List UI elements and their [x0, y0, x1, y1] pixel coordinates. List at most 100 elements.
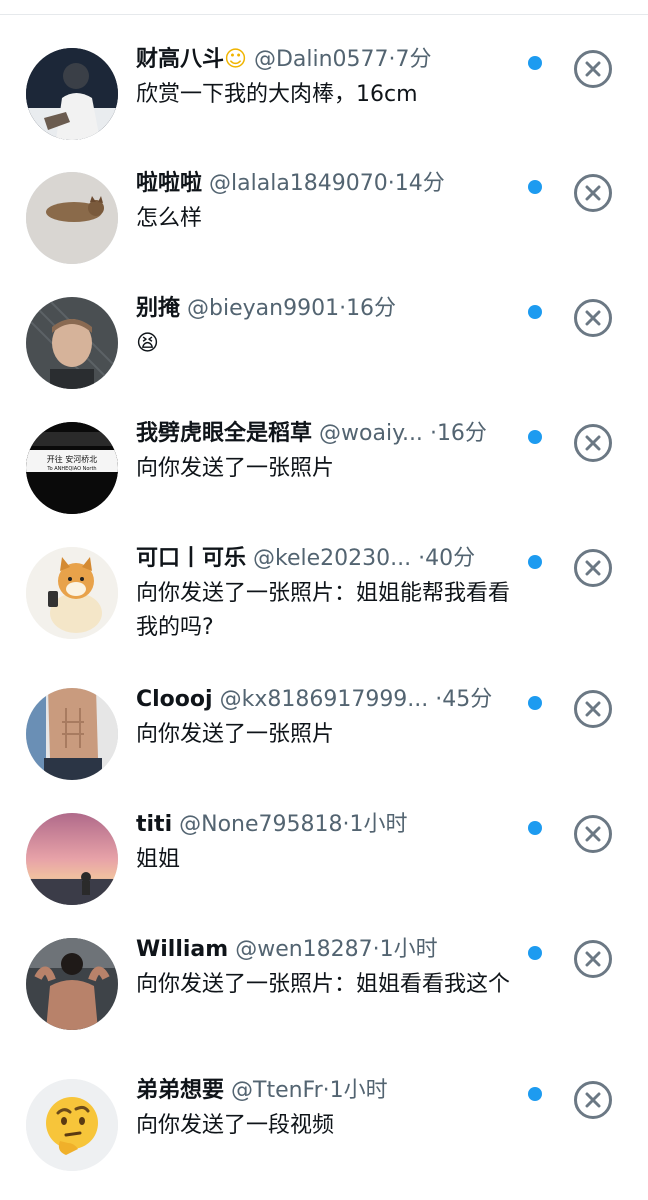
- sender-name: William: [136, 937, 229, 962]
- sender-name: 可口丨可乐: [136, 546, 247, 571]
- smile-emoji: ☺: [224, 47, 247, 72]
- avatar[interactable]: [26, 172, 118, 264]
- message-preview: 😫: [136, 331, 159, 356]
- message-preview: 欣赏一下我的大肉棒，16cm: [136, 82, 418, 107]
- unread-dot: [528, 1087, 542, 1101]
- close-icon: [585, 185, 601, 201]
- message-preview: 姐姐: [136, 847, 181, 872]
- sender-name: 财高八斗: [136, 47, 225, 72]
- close-icon: [585, 701, 601, 717]
- sunset-photo-avatar: [26, 813, 118, 905]
- timestamp: 1小时: [349, 812, 408, 837]
- message-preview: 向你发送了一张照片：姐姐能帮我看看我的吗?: [136, 581, 511, 640]
- unread-dot: [528, 56, 542, 70]
- separator: ·: [342, 812, 350, 837]
- close-icon: [585, 61, 601, 77]
- unread-dot: [528, 696, 542, 710]
- sender-name: 弟弟想要: [136, 1078, 225, 1103]
- close-icon: [585, 951, 601, 967]
- message-preview: 向你发送了一张照片: [136, 456, 335, 481]
- sign-text: 开往 安河桥北: [47, 454, 98, 464]
- request-row[interactable]: 可口丨可乐 @kele20230... ·40分 向你发送了一张照片：姐姐能帮我…: [0, 546, 648, 667]
- separator: ·: [387, 171, 395, 196]
- message-preview: 怎么样: [136, 206, 203, 231]
- timestamp: 45分: [442, 687, 493, 712]
- dismiss-button[interactable]: [574, 50, 612, 88]
- timestamp: 40分: [425, 546, 476, 571]
- sender-handle: @lalala1849070: [209, 171, 388, 196]
- person-photo-avatar: [26, 48, 118, 140]
- request-row[interactable]: William @wen18287·1小时 向你发送了一张照片：姐姐看看我这个: [0, 937, 648, 1058]
- sender-handle: @wen18287: [235, 937, 373, 962]
- message-preview: 向你发送了一张照片：姐姐看看我这个: [136, 972, 511, 997]
- separator: ·: [429, 421, 437, 446]
- sender-handle: @bieyan9901: [187, 296, 340, 321]
- dismiss-button[interactable]: [574, 690, 612, 728]
- sender-handle: @TtenFr: [231, 1078, 323, 1103]
- avatar[interactable]: 开往 安河桥北 To ANHEQIAO North: [26, 422, 118, 514]
- request-row[interactable]: Clooоj @kx8186917999... ·45分 向你发送了一张照片: [0, 687, 648, 808]
- gym-photo-avatar: [26, 938, 118, 1030]
- request-row[interactable]: 财高八斗☺ @Dalin0577·7分 欣赏一下我的大肉棒，16cm: [0, 47, 648, 168]
- timestamp: 16分: [346, 296, 397, 321]
- sender-handle: @None795818: [179, 812, 343, 837]
- unread-dot: [528, 555, 542, 569]
- sender-handle: @Dalin0577: [253, 47, 389, 72]
- dismiss-button[interactable]: [574, 549, 612, 587]
- request-row[interactable]: 啦啦啦 @lalala1849070·14分 怎么样: [0, 171, 648, 292]
- avatar[interactable]: [26, 938, 118, 1030]
- close-icon: [585, 560, 601, 576]
- separator: ·: [388, 47, 396, 72]
- unread-dot: [528, 305, 542, 319]
- avatar[interactable]: [26, 48, 118, 140]
- top-divider: [0, 14, 648, 15]
- request-row[interactable]: 别掩 @bieyan9901·16分 😫: [0, 296, 648, 417]
- sender-name: Clooоj: [136, 687, 213, 712]
- avatar[interactable]: [26, 813, 118, 905]
- separator: ·: [322, 1078, 330, 1103]
- sender-handle: @woaiy...: [319, 421, 423, 446]
- cat-photo-avatar: [26, 172, 118, 264]
- close-icon: [585, 1092, 601, 1108]
- dismiss-button[interactable]: [574, 940, 612, 978]
- separator: ·: [372, 937, 380, 962]
- dismiss-button[interactable]: [574, 174, 612, 212]
- sender-handle: @kele20230...: [253, 546, 412, 571]
- request-row[interactable]: 开往 安河桥北 To ANHEQIAO North 我劈虎眼全是稻草 @woai…: [0, 421, 648, 542]
- dismiss-button[interactable]: [574, 424, 612, 462]
- avatar[interactable]: [26, 1079, 118, 1171]
- thinking-face-avatar: [26, 1079, 118, 1171]
- dismiss-button[interactable]: [574, 1081, 612, 1119]
- subway-sign-avatar: 开往 安河桥北 To ANHEQIAO North: [26, 422, 118, 514]
- shiba-dog-avatar: [26, 547, 118, 639]
- unread-dot: [528, 180, 542, 194]
- close-icon: [585, 826, 601, 842]
- timestamp: 7分: [395, 47, 432, 72]
- timestamp: 1小时: [379, 937, 438, 962]
- sender-name: 啦啦啦: [136, 171, 203, 196]
- close-icon: [585, 310, 601, 326]
- torso-photo-avatar: [26, 688, 118, 780]
- message-preview: 向你发送了一段视频: [136, 1113, 335, 1138]
- sign-subtext: To ANHEQIAO North: [46, 466, 96, 472]
- request-row[interactable]: 弟弟想要 @TtenFr·1小时 向你发送了一段视频: [0, 1078, 648, 1199]
- unread-dot: [528, 821, 542, 835]
- dismiss-button[interactable]: [574, 815, 612, 853]
- message-preview: 向你发送了一张照片: [136, 722, 335, 747]
- sender-name: titi: [136, 812, 173, 837]
- timestamp: 14分: [394, 171, 445, 196]
- sender-name: 我劈虎眼全是稻草: [136, 421, 313, 446]
- unread-dot: [528, 946, 542, 960]
- dismiss-button[interactable]: [574, 299, 612, 337]
- unread-dot: [528, 430, 542, 444]
- close-icon: [585, 435, 601, 451]
- avatar[interactable]: [26, 297, 118, 389]
- man-portrait-avatar: [26, 297, 118, 389]
- request-row[interactable]: titi @None795818·1小时 姐姐: [0, 812, 648, 933]
- avatar[interactable]: [26, 688, 118, 780]
- avatar[interactable]: [26, 547, 118, 639]
- timestamp: 16分: [436, 421, 487, 446]
- separator: ·: [339, 296, 347, 321]
- sender-name: 别掩: [136, 296, 181, 321]
- sender-handle: @kx8186917999...: [219, 687, 429, 712]
